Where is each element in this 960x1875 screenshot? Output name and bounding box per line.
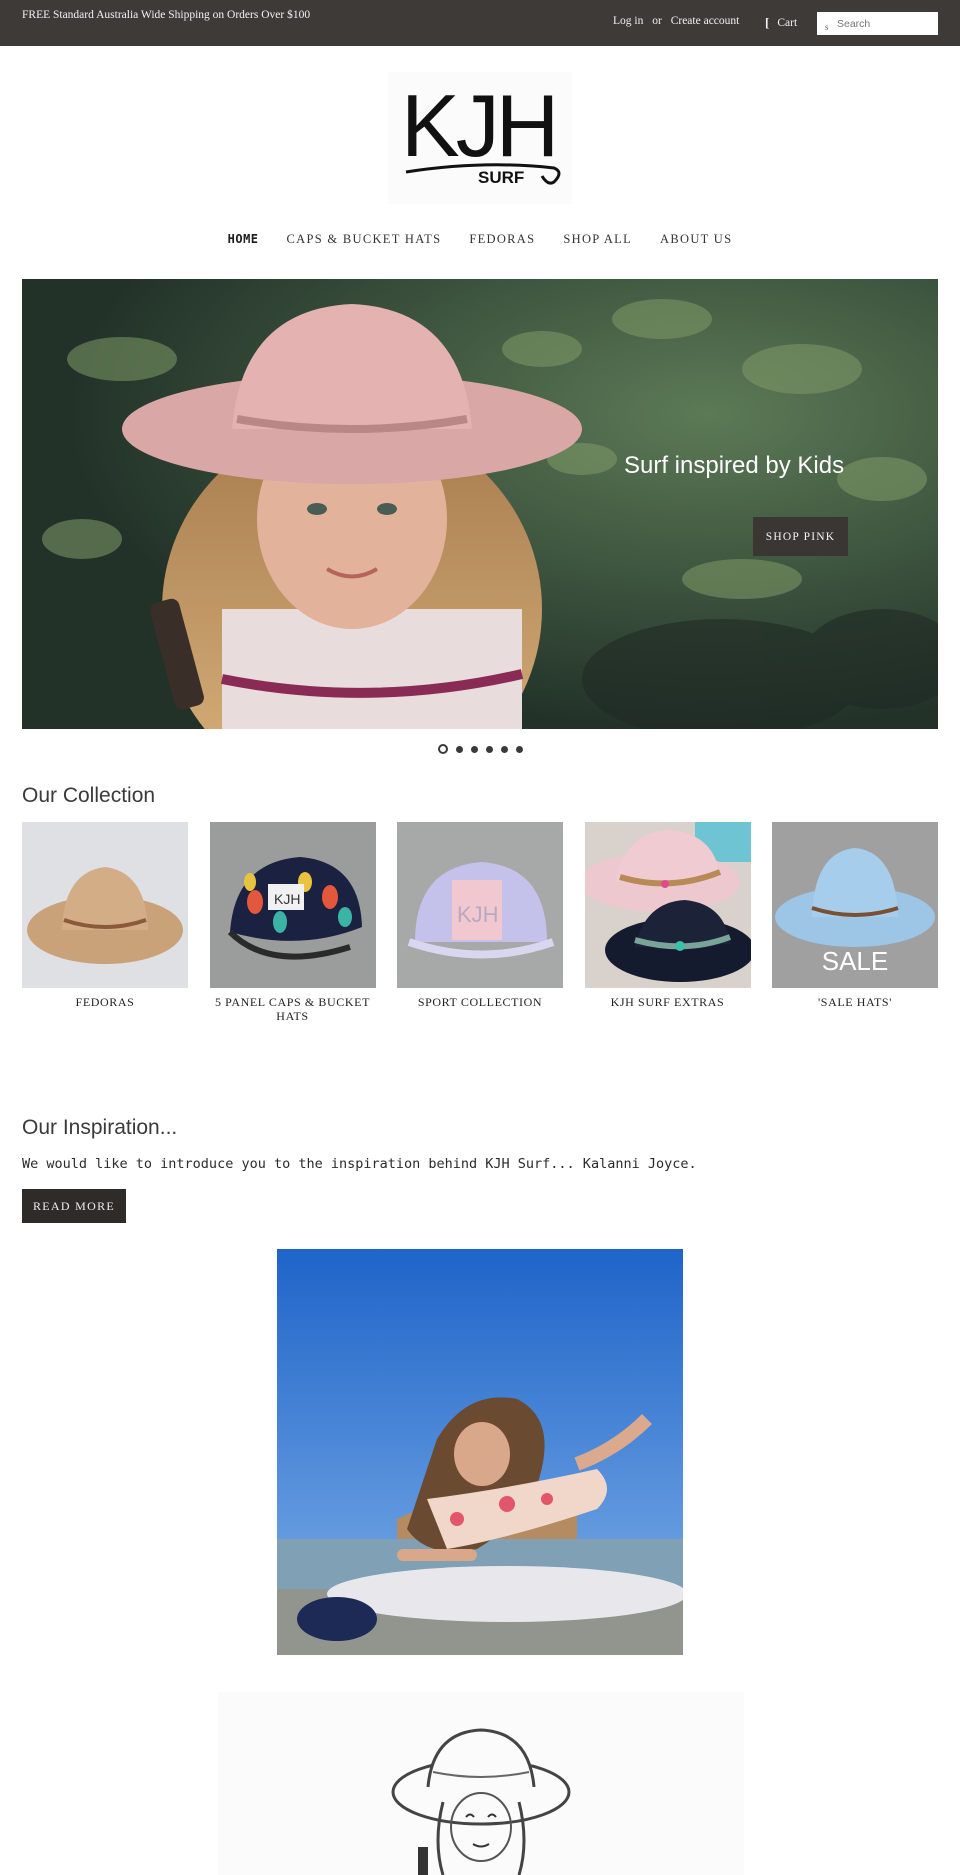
slide-dot-2[interactable]: [456, 745, 463, 753]
announcement-bar: FREE Standard Australia Wide Shipping on…: [0, 0, 960, 46]
slide-dot-1[interactable]: [438, 744, 448, 754]
logo-subtext: SURF: [478, 168, 525, 187]
nav-item-fedoras[interactable]: FEDORAS: [469, 232, 535, 247]
svg-text:KJH: KJH: [274, 891, 300, 907]
shop-pink-button[interactable]: SHOP PINK: [753, 517, 848, 556]
nav-item-shop-all[interactable]: SHOP ALL: [563, 232, 632, 247]
svg-text:KJH: KJH: [457, 902, 499, 927]
slide-dot-3[interactable]: [471, 745, 478, 753]
read-more-button[interactable]: READ MORE: [22, 1189, 126, 1223]
slideshow-pagination: [438, 744, 531, 754]
site-logo[interactable]: KJH SURF: [388, 72, 572, 204]
cart-icon: [: [765, 15, 770, 30]
collection-card-sale-hats[interactable]: SALE 'SALE HATS': [772, 822, 938, 1023]
search-icon: s: [825, 21, 829, 32]
collection-card-label: FEDORAS: [75, 995, 135, 1009]
collection-card-caps-bucket-hats[interactable]: KJH 5 PANEL CAPS & BUCKET HATS: [209, 822, 376, 1023]
collection-card-fedoras[interactable]: FEDORAS: [22, 822, 188, 1023]
create-account-link[interactable]: Create account: [671, 15, 740, 27]
slide-dot-6[interactable]: [516, 745, 523, 753]
collection-card-label: 5 PANEL CAPS & BUCKET HATS: [214, 995, 371, 1023]
collection-card-label: KJH SURF EXTRAS: [610, 995, 725, 1009]
sale-overlay-text: SALE: [821, 946, 889, 976]
hero-slideshow: Surf inspired by Kids SHOP PINK: [22, 279, 938, 729]
nav-item-home[interactable]: HOME: [228, 232, 259, 247]
hat-bands-image: [584, 822, 751, 988]
search-box[interactable]: s: [817, 12, 938, 35]
five-panel-cap-image: KJH: [209, 822, 376, 988]
collection-heading: Our Collection: [22, 784, 156, 807]
collection-card-kjh-surf-extras[interactable]: KJH SURF EXTRAS: [584, 822, 751, 1023]
collection-card-label: 'SALE HATS': [818, 995, 892, 1009]
main-navigation: HOME CAPS & BUCKET HATS FEDORAS SHOP ALL…: [0, 232, 960, 247]
search-input[interactable]: [837, 17, 933, 30]
kalanni-sketch-illustration: [218, 1692, 744, 1875]
nav-item-about-us[interactable]: ABOUT US: [660, 232, 732, 247]
hero-caption: Surf inspired by Kids: [624, 452, 845, 479]
collection-card-sport-collection[interactable]: KJH SPORT COLLECTION: [397, 822, 563, 1023]
or-text: or: [652, 15, 662, 27]
sport-cap-image: KJH: [397, 822, 563, 988]
hero-image-girl-pink-hat: [22, 279, 938, 729]
sale-hat-image: SALE: [772, 822, 938, 988]
collection-card-label: SPORT COLLECTION: [417, 995, 543, 1009]
account-links: Log in or Create account: [613, 15, 745, 27]
slide-dot-5[interactable]: [501, 745, 508, 753]
nav-item-caps-bucket-hats[interactable]: CAPS & BUCKET HATS: [287, 232, 442, 247]
kalanni-surfboard-photo: [277, 1249, 683, 1655]
slide-dot-4[interactable]: [486, 745, 493, 753]
shipping-promo-text: FREE Standard Australia Wide Shipping on…: [22, 9, 311, 21]
cart-label: Cart: [777, 17, 798, 29]
login-link[interactable]: Log in: [613, 15, 643, 27]
cart-link[interactable]: [ Cart: [765, 15, 797, 31]
collection-grid: FEDORAS KJH 5 PANEL CAPS & BUCKET HATS K: [22, 822, 938, 1023]
inspiration-intro-text: We would like to introduce you to the in…: [22, 1156, 697, 1172]
fedora-hat-image: [22, 822, 188, 988]
inspiration-heading: Our Inspiration...: [22, 1116, 178, 1139]
